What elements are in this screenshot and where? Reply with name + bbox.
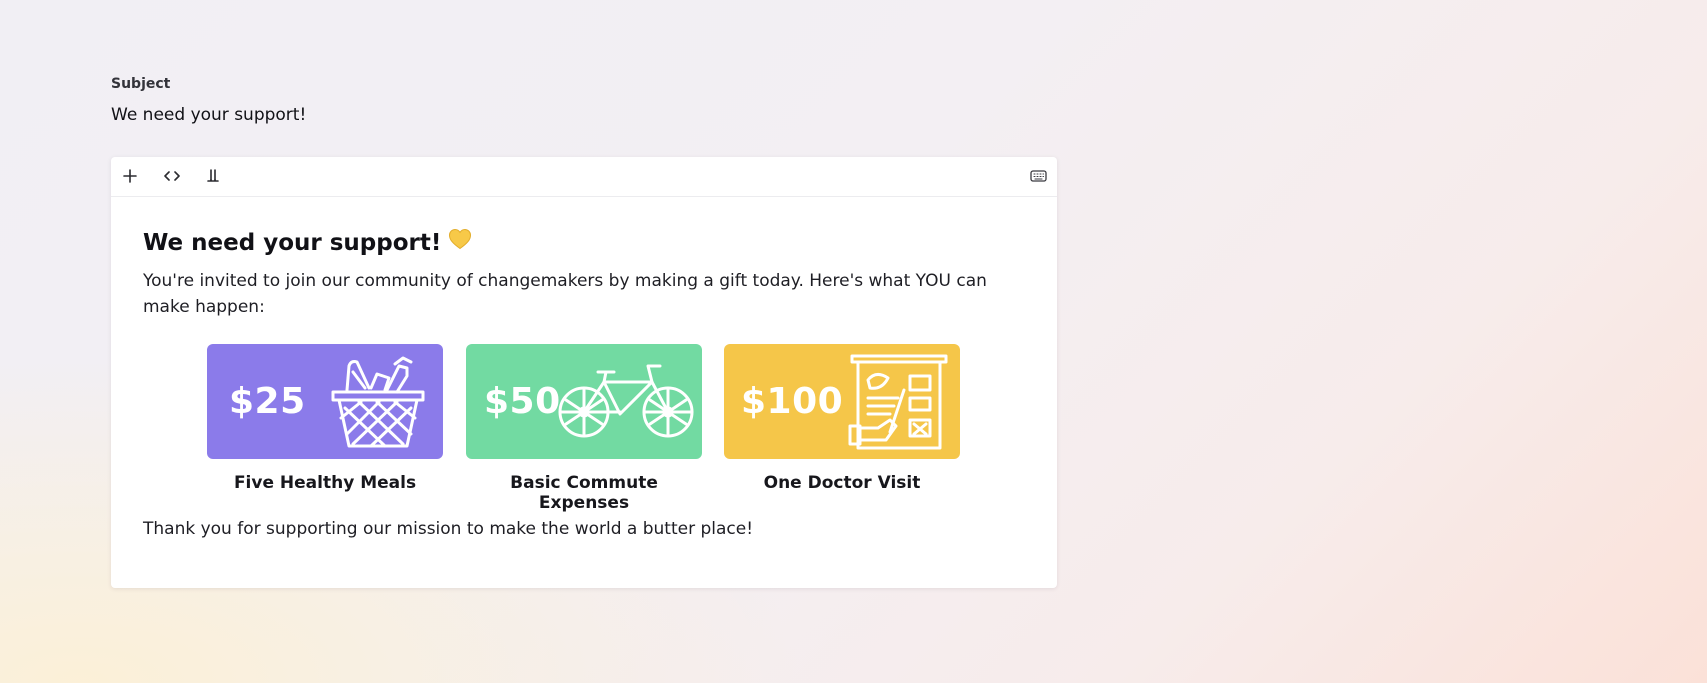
donation-caption: Five Healthy Meals — [233, 473, 417, 493]
donation-card: $100 One Doctor Visit — [724, 344, 960, 493]
basket-icon — [331, 356, 425, 448]
email-heading: We need your support! — [143, 228, 1027, 258]
donation-card: $50 Basic Commute Expenses — [466, 344, 702, 513]
code-icon[interactable] — [162, 166, 182, 186]
flask-icon[interactable] — [203, 166, 223, 186]
email-editor[interactable]: We need your support! You're invited to … — [111, 157, 1057, 588]
subject-field[interactable]: We need your support! — [111, 105, 306, 125]
donation-caption: One Doctor Visit — [763, 473, 921, 493]
keyboard-icon[interactable] — [1028, 166, 1048, 186]
donation-tile-100[interactable]: $100 — [724, 344, 960, 459]
donation-amount: $50 — [484, 381, 561, 422]
yellow-heart-icon — [448, 228, 472, 258]
email-closing: Thank you for supporting our mission to … — [143, 519, 754, 539]
donation-amount: $25 — [229, 381, 306, 422]
donation-tile-50[interactable]: $50 — [466, 344, 702, 459]
donation-tile-25[interactable]: $25 — [207, 344, 443, 459]
editor-toolbar — [111, 157, 1057, 197]
email-heading-text: We need your support! — [143, 230, 442, 256]
clipboard-icon — [848, 354, 948, 450]
donation-caption: Basic Commute Expenses — [510, 473, 658, 513]
donation-card: $25 Five Healthy Meals — [207, 344, 443, 493]
bicycle-icon — [558, 364, 694, 438]
plus-icon[interactable] — [120, 166, 140, 186]
donation-cards: $25 Five Healthy Meals $50 Basic Commute… — [207, 344, 1007, 513]
email-intro: You're invited to join our community of … — [143, 271, 987, 317]
donation-amount: $100 — [741, 381, 844, 422]
email-body: We need your support! You're invited to … — [143, 228, 1027, 320]
subject-label: Subject — [111, 76, 171, 92]
